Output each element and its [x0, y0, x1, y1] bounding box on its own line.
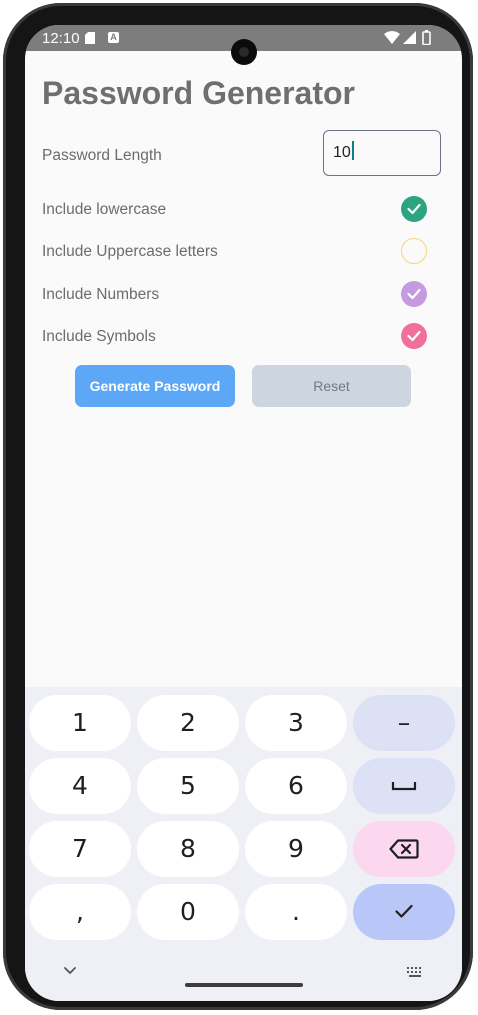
symbols-checkbox[interactable]	[401, 323, 427, 349]
numbers-checkbox[interactable]	[401, 281, 427, 307]
option-label-symbols: Include Symbols	[42, 328, 156, 345]
checkmark-icon	[407, 203, 421, 215]
key-8[interactable]: 8	[137, 821, 239, 877]
gesture-nav-handle[interactable]	[185, 983, 303, 987]
signal-icon	[403, 31, 416, 44]
key-done[interactable]	[353, 884, 455, 940]
notification-a-icon: A	[108, 32, 119, 43]
checkmark-icon	[395, 904, 413, 918]
password-length-value: 10	[333, 144, 351, 161]
page-title: Password Generator	[42, 75, 355, 111]
key-period[interactable]: .	[245, 884, 347, 940]
status-time: 12:10	[42, 30, 80, 47]
key-9[interactable]: 9	[245, 821, 347, 877]
key-2[interactable]: 2	[137, 695, 239, 751]
text-caret	[351, 141, 354, 160]
space-icon	[391, 782, 417, 791]
key-6[interactable]: 6	[245, 758, 347, 814]
key-4[interactable]: 4	[29, 758, 131, 814]
numeric-keyboard: 1 2 3 – 4 5 6 7 8 9 , 0 .	[25, 687, 462, 1001]
phone-frame: 12:10 A Password Generator Password Leng…	[3, 3, 473, 1010]
backspace-icon	[389, 839, 419, 859]
front-camera	[231, 39, 257, 65]
key-7[interactable]: 7	[29, 821, 131, 877]
checkmark-icon	[407, 330, 421, 342]
checkmark-icon	[407, 288, 421, 300]
option-label-lowercase: Include lowercase	[42, 201, 167, 218]
key-0[interactable]: 0	[137, 884, 239, 940]
battery-icon	[422, 30, 431, 45]
key-3[interactable]: 3	[245, 695, 347, 751]
uppercase-checkbox[interactable]	[401, 238, 427, 264]
option-label-uppercase: Include Uppercase letters	[42, 243, 218, 260]
sd-card-icon	[85, 32, 95, 44]
key-comma[interactable]: ,	[29, 884, 131, 940]
wifi-icon	[384, 31, 400, 44]
key-5[interactable]: 5	[137, 758, 239, 814]
keyboard-switch-icon[interactable]	[406, 966, 424, 978]
key-space[interactable]	[353, 758, 455, 814]
lowercase-checkbox[interactable]	[401, 196, 427, 222]
chevron-down-icon[interactable]	[63, 966, 77, 976]
key-1[interactable]: 1	[29, 695, 131, 751]
password-length-label: Password Length	[42, 147, 162, 164]
reset-button[interactable]: Reset	[252, 365, 411, 407]
key-minus[interactable]: –	[353, 695, 455, 751]
screen: 12:10 A Password Generator Password Leng…	[25, 25, 462, 1001]
key-backspace[interactable]	[353, 821, 455, 877]
password-length-input[interactable]: 10	[323, 130, 441, 176]
option-label-numbers: Include Numbers	[42, 286, 160, 303]
generate-password-button[interactable]: Generate Password	[75, 365, 235, 407]
